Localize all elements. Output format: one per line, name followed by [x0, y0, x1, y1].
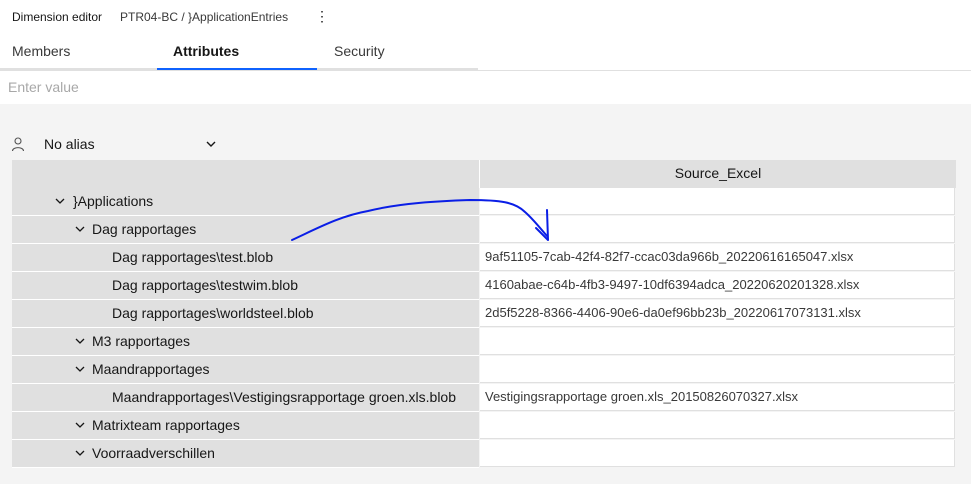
breadcrumb-path: PTR04-BC / }ApplicationEntries	[120, 10, 289, 24]
overflow-menu-vertical-icon[interactable]: ⋮	[314, 6, 330, 26]
grid-header: Source_Excel	[12, 160, 956, 188]
source-excel-cell[interactable]	[480, 356, 955, 383]
source-excel-cell[interactable]: 4160abae-c64b-4fb3-9497-10df6394adca_202…	[480, 272, 955, 299]
member-name: Dag rapportages\worldsteel.blob	[112, 305, 314, 321]
chevron-down-icon[interactable]	[74, 447, 86, 459]
member-name: M3 rapportages	[92, 333, 191, 349]
enter-value-input[interactable]	[0, 71, 971, 103]
column-header-source-excel[interactable]: Source_Excel	[480, 160, 956, 188]
member-name: Matrixteam rapportages	[92, 417, 240, 433]
row-header-corner	[12, 160, 480, 188]
grid-row: Maandrapportages\Vestigingsrapportage gr…	[12, 384, 956, 412]
source-excel-cell[interactable]	[480, 440, 955, 467]
grid-row: Dag rapportages\test.blob 9af51105-7cab-4…	[12, 244, 956, 272]
grid-row: Dag rapportages\testwim.blob 4160abae-c64…	[12, 272, 956, 300]
row-label-cell: Dag rapportages\worldsteel.blob	[12, 300, 479, 328]
top-bar: Dimension editor PTR04-BC / }Application…	[0, 0, 971, 34]
chevron-down-icon[interactable]	[54, 195, 66, 207]
grid-row: M3 rapportages	[12, 328, 956, 356]
source-excel-cell[interactable]	[480, 328, 955, 355]
row-label-cell: Maandrapportages	[12, 356, 479, 384]
member-name: Dag rapportages\test.blob	[112, 249, 274, 265]
row-label-cell: M3 rapportages	[12, 328, 479, 356]
chevron-down-icon	[206, 141, 216, 147]
tab-security[interactable]: Security	[317, 36, 478, 70]
row-label-cell: Matrixteam rapportages	[12, 412, 479, 440]
member-name: Maandrapportages\Vestigingsrapportage gr…	[112, 389, 457, 405]
source-excel-cell[interactable]	[480, 412, 955, 439]
value-bar	[0, 70, 971, 105]
source-excel-cell[interactable]: 2d5f5228-8366-4406-90e6-da0ef96bb23b_202…	[480, 300, 955, 327]
tab-list: Members Attributes Security	[0, 36, 478, 70]
grid-row: Dag rapportages\worldsteel.blob 2d5f5228-…	[12, 300, 956, 328]
chevron-down-icon[interactable]	[74, 363, 86, 375]
alias-selected-value: No alias	[44, 136, 95, 152]
member-name: Voorraadverschillen	[92, 445, 215, 461]
grid-row: Dag rapportages	[12, 216, 956, 244]
member-name: Dag rapportages\testwim.blob	[112, 277, 298, 293]
user-icon	[11, 137, 25, 152]
chevron-down-icon[interactable]	[74, 419, 86, 431]
grid-row: Maandrapportages	[12, 356, 956, 384]
source-excel-cell[interactable]: 9af51105-7cab-42f4-82f7-ccac03da966b_202…	[480, 244, 955, 271]
member-name: Maandrapportages	[92, 361, 210, 377]
row-label-cell: Voorraadverschillen	[12, 440, 479, 468]
grid-row: }Applications	[12, 188, 956, 216]
tab-members[interactable]: Members	[0, 36, 157, 70]
row-label-cell: Dag rapportages\test.blob	[12, 244, 479, 272]
source-excel-cell[interactable]: Vestigingsrapportage groen.xls_201508260…	[480, 384, 955, 411]
chevron-down-icon[interactable]	[74, 223, 86, 235]
tab-attributes[interactable]: Attributes	[157, 36, 317, 70]
alias-dropdown[interactable]: No alias	[10, 134, 230, 156]
member-name: Dag rapportages	[92, 221, 197, 237]
grid-row: Voorraadverschillen	[12, 440, 956, 468]
row-label-cell: }Applications	[12, 188, 479, 216]
row-label-cell: Dag rapportages\testwim.blob	[12, 272, 479, 300]
source-excel-cell[interactable]	[480, 188, 955, 215]
grid-row: Matrixteam rapportages	[12, 412, 956, 440]
chevron-down-icon[interactable]	[74, 335, 86, 347]
source-excel-cell[interactable]	[480, 216, 955, 243]
row-label-cell: Dag rapportages	[12, 216, 479, 244]
editor-title: Dimension editor	[12, 10, 103, 24]
member-name: }Applications	[73, 193, 154, 209]
row-label-cell: Maandrapportages\Vestigingsrapportage gr…	[12, 384, 479, 412]
